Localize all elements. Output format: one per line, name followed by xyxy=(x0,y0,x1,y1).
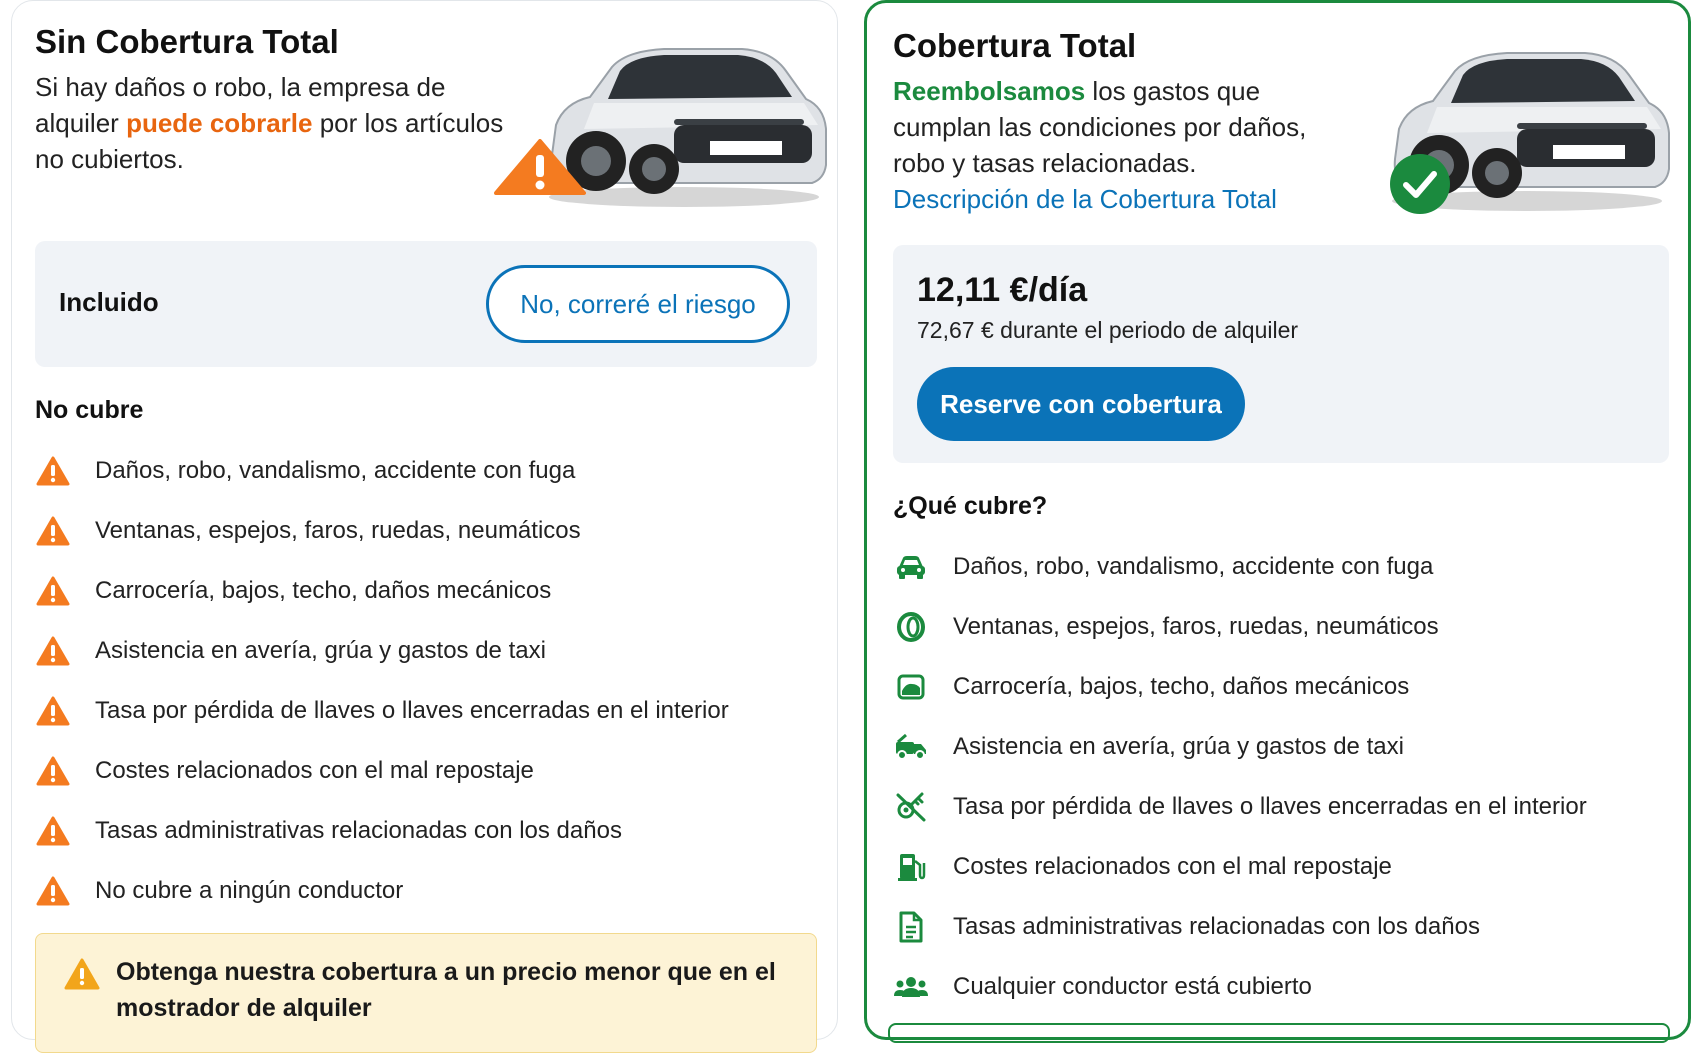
document-icon xyxy=(893,909,929,945)
item-label: No cubre a ningún conductor xyxy=(95,877,404,904)
warning-icon xyxy=(35,573,71,609)
book-with-coverage-button[interactable]: Reserve con cobertura xyxy=(917,367,1245,441)
card-title: Cobertura Total xyxy=(893,27,1137,64)
section-title: ¿Qué cubre? xyxy=(893,492,1048,520)
card-description: Si hay daños o robo, la empresa de alqui… xyxy=(35,72,504,174)
highlight-text: puede cobrarle xyxy=(126,108,313,138)
not-covered-item: Daños, robo, vandalismo, accidente con f… xyxy=(35,441,729,501)
covered-item: Cualquier conductor está cubierto xyxy=(893,957,1587,1017)
item-label: Daños, robo, vandalismo, accidente con f… xyxy=(95,457,576,484)
next-section-edge xyxy=(888,1023,1670,1043)
warning-icon xyxy=(35,873,71,909)
card-description: Reembolsamos los gastos que cumplan las … xyxy=(893,73,1363,217)
not-covered-item: Ventanas, espejos, faros, ruedas, neumát… xyxy=(35,501,729,561)
notice-text: Obtenga nuestra cobertura a un precio me… xyxy=(116,958,776,1022)
not-covered-list: Daños, robo, vandalismo, accidente con f… xyxy=(35,441,729,921)
car-front-icon xyxy=(893,549,929,585)
warning-icon xyxy=(35,633,71,669)
item-label: Daños, robo, vandalismo, accidente con f… xyxy=(953,553,1434,580)
tow-truck-icon xyxy=(893,729,929,765)
warning-icon xyxy=(35,813,71,849)
item-label: Ventanas, espejos, faros, ruedas, neumát… xyxy=(95,517,581,544)
included-box: Incluido No, correré el riesgo xyxy=(35,241,817,367)
notice-box: Obtenga nuestra cobertura a un precio me… xyxy=(35,933,817,1053)
warning-icon xyxy=(35,753,71,789)
not-covered-item: Carrocería, bajos, techo, daños mecánico… xyxy=(35,561,729,621)
item-label: Costes relacionados con el mal repostaje xyxy=(95,757,534,784)
item-label: Costes relacionados con el mal repostaje xyxy=(953,853,1392,880)
covered-item: Carrocería, bajos, techo, daños mecánico… xyxy=(893,657,1587,717)
warning-icon xyxy=(64,958,100,990)
included-label: Incluido xyxy=(59,287,159,317)
section-title: No cubre xyxy=(35,396,144,424)
covered-item: Costes relacionados con el mal repostaje xyxy=(893,837,1587,897)
not-covered-item: Tasa por pérdida de llaves o llaves ence… xyxy=(35,681,729,741)
warning-icon xyxy=(35,513,71,549)
not-covered-item: No cubre a ningún conductor xyxy=(35,861,729,921)
not-covered-item: Asistencia en avería, grúa y gastos de t… xyxy=(35,621,729,681)
covered-item: Ventanas, espejos, faros, ruedas, neumát… xyxy=(893,597,1587,657)
decline-coverage-button[interactable]: No, correré el riesgo xyxy=(486,265,790,343)
covered-item: Tasas administrativas relacionadas con l… xyxy=(893,897,1587,957)
no-coverage-card: Sin Cobertura Total Si hay daños o robo,… xyxy=(11,0,838,1053)
covered-list: Daños, robo, vandalismo, accidente con f… xyxy=(893,537,1587,1017)
price-total: 72,67 € durante el periodo de alquiler xyxy=(917,317,1299,343)
fuel-pump-icon xyxy=(893,849,929,885)
warning-triangle-icon xyxy=(494,139,586,195)
card-title: Sin Cobertura Total xyxy=(35,23,339,60)
check-circle-icon xyxy=(1390,154,1450,214)
warning-icon xyxy=(35,693,71,729)
covered-item: Daños, robo, vandalismo, accidente con f… xyxy=(893,537,1587,597)
item-label: Tasas administrativas relacionadas con l… xyxy=(95,817,622,844)
item-label: Tasas administrativas relacionadas con l… xyxy=(953,913,1480,940)
car-body-icon xyxy=(893,669,929,705)
tire-icon xyxy=(893,609,929,645)
users-icon xyxy=(893,969,929,1005)
item-label: Ventanas, espejos, faros, ruedas, neumát… xyxy=(953,613,1439,640)
item-label: Tasa por pérdida de llaves o llaves ence… xyxy=(953,793,1587,820)
item-label: Carrocería, bajos, techo, daños mecánico… xyxy=(95,577,552,604)
highlight-text: Reembolsamos xyxy=(893,76,1086,106)
not-covered-item: Costes relacionados con el mal repostaje xyxy=(35,741,729,801)
item-label: Cualquier conductor está cubierto xyxy=(953,973,1312,1000)
item-label: Asistencia en avería, grúa y gastos de t… xyxy=(953,733,1404,760)
price-box: 12,11 €/día 72,67 € durante el periodo d… xyxy=(893,245,1669,463)
covered-item: Tasa por pérdida de llaves o llaves ence… xyxy=(893,777,1587,837)
item-label: Asistencia en avería, grúa y gastos de t… xyxy=(95,637,546,664)
price-per-day: 12,11 €/día xyxy=(917,271,1088,309)
item-label: Tasa por pérdida de llaves o llaves ence… xyxy=(95,697,729,724)
not-covered-item: Tasas administrativas relacionadas con l… xyxy=(35,801,729,861)
item-label: Carrocería, bajos, techo, daños mecánico… xyxy=(953,673,1410,700)
coverage-description-link[interactable]: Descripción de la Cobertura Total xyxy=(893,181,1363,217)
full-coverage-card: Cobertura Total Reembolsamos los gastos … xyxy=(864,0,1691,1040)
keys-icon xyxy=(893,789,929,825)
warning-icon xyxy=(35,453,71,489)
covered-item: Asistencia en avería, grúa y gastos de t… xyxy=(893,717,1587,777)
